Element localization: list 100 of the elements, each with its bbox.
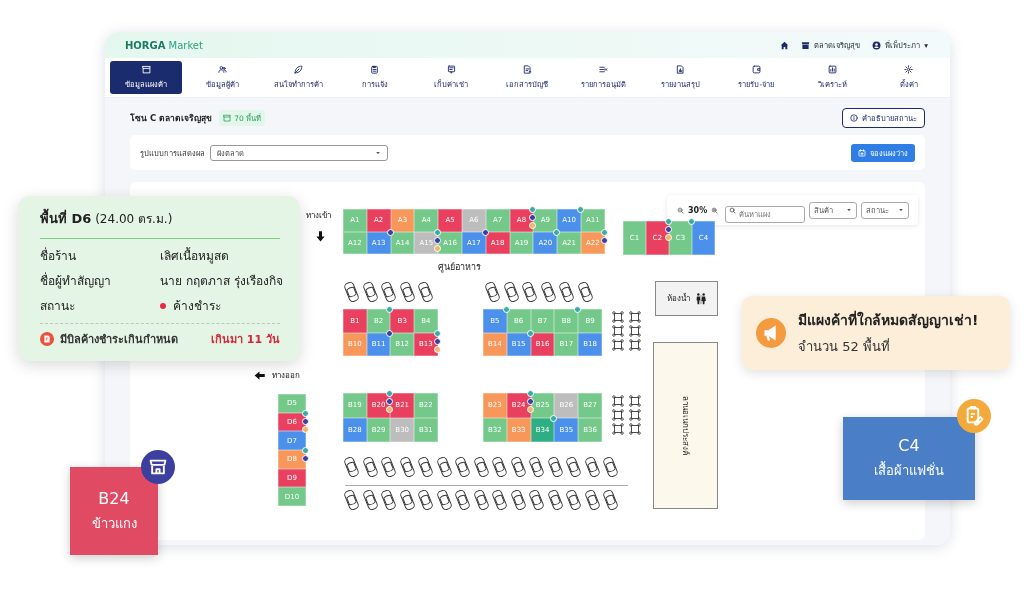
receipt-icon <box>446 65 456 74</box>
car-icon <box>435 489 453 511</box>
car-icon <box>361 281 379 303</box>
field-label: สถานะ <box>40 298 76 315</box>
food-court-label: ศูนย์อาหาร <box>438 261 481 274</box>
car-icon <box>361 489 379 511</box>
car-icon <box>565 456 582 478</box>
table-icon <box>612 325 624 337</box>
clipboard-icon <box>370 65 380 74</box>
car-icon <box>528 456 545 478</box>
car-icon <box>484 281 501 303</box>
table-icon <box>612 339 624 351</box>
car-icon <box>398 456 416 478</box>
field-label: ชื่อร้าน <box>40 246 77 265</box>
clipboard-pen-icon <box>957 399 991 433</box>
bill-icon <box>40 332 54 346</box>
table-icon <box>629 311 641 323</box>
car-icon <box>472 489 490 511</box>
table-icon <box>629 395 641 407</box>
car-icon <box>472 456 490 478</box>
notification-title: มีแผงค้าที่ใกล้หมดสัญญาเช่า! <box>798 309 979 331</box>
table-icon <box>629 409 641 421</box>
car-icon <box>343 489 360 511</box>
chart-icon <box>828 65 838 74</box>
car-icon <box>380 281 397 303</box>
car-icon <box>454 489 471 511</box>
car-icon <box>454 456 471 478</box>
car-icon <box>491 489 508 511</box>
car-icon <box>417 281 434 303</box>
car-icon <box>602 489 619 511</box>
car-icon <box>398 489 416 511</box>
car-icon <box>546 489 564 511</box>
wallet-icon <box>751 65 761 74</box>
car-icon <box>576 281 594 303</box>
user-icon <box>872 40 882 50</box>
home-icon[interactable] <box>780 40 790 50</box>
stall-code: B24 <box>98 488 130 508</box>
leaf-icon <box>294 65 304 74</box>
plaza-label: ลานอเนกประสงค์ <box>680 396 691 455</box>
car-icon <box>509 456 527 478</box>
down-arrow-icon <box>316 231 325 242</box>
car-icon <box>583 456 601 478</box>
car-icon <box>528 489 545 511</box>
table-icon <box>612 409 624 421</box>
car-icon <box>343 281 360 303</box>
car-icon <box>521 281 538 303</box>
field-value: ค้างชำระ <box>173 298 221 315</box>
store-icon <box>801 40 811 50</box>
stall-name: ข้าวแกง <box>91 514 137 533</box>
overdue-text: เกินมา 11 วัน <box>211 332 280 348</box>
notification-text: จำนวน 52 พื้นที่ <box>798 336 891 356</box>
report-icon <box>675 65 685 74</box>
checklist-icon <box>599 65 609 74</box>
car-icon <box>602 456 619 478</box>
restroom-label: ห้องน้ำ <box>666 292 690 305</box>
exit-label: ทางออก <box>272 370 300 382</box>
car-icon <box>343 456 360 478</box>
zoom-in-icon[interactable] <box>711 206 719 214</box>
table-icon <box>629 339 641 351</box>
gear-icon <box>904 65 914 74</box>
car-icon <box>361 456 379 478</box>
logo[interactable]: HORGA Market <box>125 39 203 51</box>
calendar-plus-icon <box>858 148 866 157</box>
car-icon <box>435 456 453 478</box>
zoom-level: 30% <box>688 205 708 215</box>
car-icon <box>417 489 434 511</box>
store-icon <box>141 450 175 484</box>
megaphone-icon <box>756 318 786 348</box>
caret-icon <box>375 150 381 155</box>
field-value: นาย กฤตภาส รุ่งเรืองกิจ <box>160 273 283 290</box>
zoom-out-icon[interactable] <box>677 206 684 214</box>
entrance-label: ทางเข้า <box>306 210 331 222</box>
car-icon <box>509 489 527 511</box>
store-icon <box>223 114 232 122</box>
people-icon <box>217 65 227 74</box>
caret-icon <box>898 208 905 212</box>
stall-code: C4 <box>898 436 920 455</box>
table-icon <box>612 311 624 323</box>
car-icon <box>583 489 601 511</box>
warning-text: มีบิลค้างชำระเกินกำหนด <box>60 332 178 348</box>
table-icon <box>612 395 624 407</box>
car-icon <box>546 456 564 478</box>
car-icon <box>502 281 520 303</box>
search-icon <box>729 206 737 214</box>
car-icon <box>417 456 434 478</box>
car-icon <box>398 281 416 303</box>
car-icon <box>380 456 397 478</box>
card-title: พื้นที่ D6 (24.00 ตร.ม.) <box>40 208 280 229</box>
table-icon <box>629 423 641 435</box>
store-icon <box>141 65 151 74</box>
zone-title: โซน C ตลาดเจริญสุข <box>130 112 213 125</box>
car-icon <box>539 281 557 303</box>
document-icon <box>523 65 532 74</box>
field-label: ชื่อผู้ทำสัญญา <box>40 271 112 290</box>
stall-name: เสื้อผ้าแฟชั่น <box>874 460 944 480</box>
car-icon <box>491 456 508 478</box>
info-icon <box>850 114 858 122</box>
table-icon <box>629 325 641 337</box>
table-icon <box>612 423 624 435</box>
car-icon <box>558 281 575 303</box>
